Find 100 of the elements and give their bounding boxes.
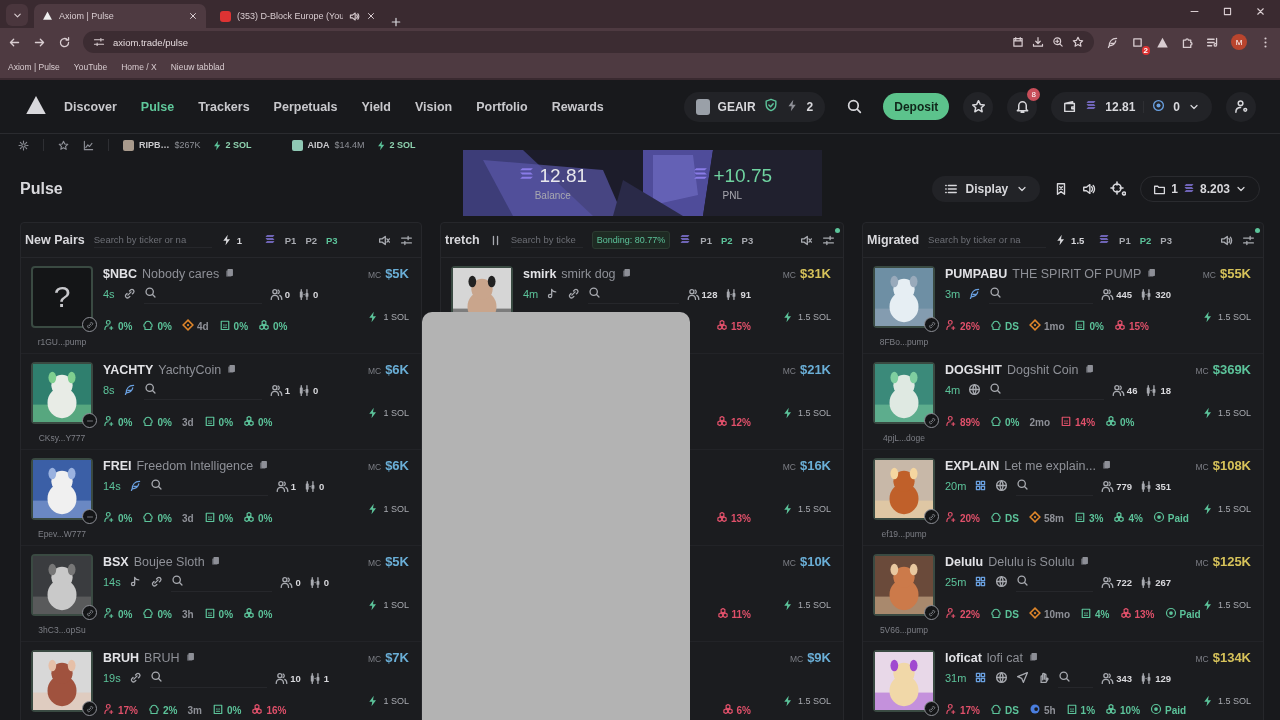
link-icon[interactable] — [128, 670, 142, 684]
bookmark[interactable]: Nieuw tabblad — [170, 62, 225, 72]
search-icon[interactable] — [1016, 574, 1030, 587]
close-icon[interactable] — [366, 11, 376, 21]
search-icon[interactable] — [149, 478, 163, 491]
copy-icon[interactable] — [226, 363, 238, 374]
bookmark[interactable]: Axiom | Pulse — [8, 62, 60, 72]
wallet-pill[interactable]: 12.81 0 — [1051, 91, 1212, 122]
search-field[interactable]: Search by ticker or na — [928, 232, 1047, 248]
globe-icon[interactable] — [968, 382, 982, 396]
search-icon[interactable] — [989, 382, 1003, 395]
link-icon[interactable] — [149, 574, 163, 588]
bell-icon[interactable] — [1014, 99, 1030, 114]
token-ticker[interactable]: AIDA — [307, 140, 330, 150]
preset-tab[interactable]: P2 — [720, 234, 733, 246]
browser-tab[interactable]: (353) D-Block Europe (You — [212, 4, 384, 28]
star-icon[interactable] — [58, 139, 69, 151]
buy-amount[interactable]: 2 SOL — [205, 139, 258, 151]
star-icon[interactable] — [1072, 36, 1084, 48]
preset-tab[interactable]: P2 — [305, 234, 317, 246]
hand-icon[interactable] — [1037, 670, 1051, 684]
token-address[interactable]: r1GU...pump — [37, 337, 87, 347]
maximize-icon[interactable] — [1222, 5, 1233, 17]
maximize-icon[interactable] — [1131, 35, 1144, 49]
display-button[interactable]: Display — [931, 176, 1041, 202]
copy-icon[interactable] — [224, 267, 236, 278]
copy-icon[interactable] — [1100, 459, 1112, 470]
sol-icon[interactable] — [263, 233, 276, 245]
search-icon[interactable] — [170, 574, 184, 587]
copy-icon[interactable] — [1146, 267, 1158, 278]
grid-icon[interactable] — [974, 670, 988, 684]
buy-amount[interactable]: 2 SOL — [369, 139, 422, 151]
quick-buy-button[interactable]: 1 SOL — [367, 407, 409, 419]
quick-buy-button[interactable]: 1.5 SOL — [781, 503, 831, 515]
token-address[interactable]: CKsy...Y777 — [38, 433, 86, 443]
copy-icon[interactable] — [1083, 363, 1095, 374]
preset-tab[interactable]: P1 — [1119, 234, 1131, 246]
preset-tab[interactable]: P2 — [1139, 234, 1152, 246]
quick-buy-button[interactable]: 1.5 SOL — [781, 407, 831, 419]
quick-buy-button[interactable]: 1 SOL — [367, 311, 409, 323]
quick-buy-button[interactable]: 1.5 SOL — [781, 695, 831, 707]
send-icon[interactable] — [1016, 670, 1030, 684]
sliders-icon[interactable] — [1242, 233, 1255, 247]
mute-icon[interactable] — [800, 233, 813, 247]
music-list-icon[interactable] — [1206, 35, 1219, 49]
nav-link[interactable]: Yield — [361, 99, 391, 114]
copy-icon[interactable] — [1027, 651, 1039, 662]
quick-buy-button[interactable]: 1 SOL — [367, 503, 409, 515]
nav-link[interactable]: Trackers — [198, 99, 250, 114]
preset-tab[interactable]: P3 — [326, 234, 338, 246]
link-icon[interactable] — [567, 286, 581, 300]
nav-link[interactable]: Pulse — [140, 99, 175, 114]
tune-icon[interactable] — [93, 36, 105, 48]
quick-buy-button[interactable]: 1.5 SOL — [1201, 503, 1251, 515]
feather-icon[interactable] — [968, 286, 982, 300]
zoom-icon[interactable] — [1052, 36, 1064, 48]
globe-icon[interactable] — [995, 670, 1009, 684]
nav-link[interactable]: Portfolio — [476, 99, 528, 114]
copy-icon[interactable] — [620, 267, 632, 278]
token-address[interactable]: Epev...W777 — [37, 529, 86, 539]
search-icon[interactable] — [588, 286, 602, 299]
deposit-button[interactable]: Deposit — [883, 93, 950, 120]
token-ticker[interactable]: RIPB… — [139, 140, 170, 150]
copy-icon[interactable] — [209, 555, 221, 566]
sol-icon[interactable] — [1098, 233, 1111, 245]
quick-buy-button[interactable]: 1 SOL — [367, 599, 409, 611]
nav-link[interactable]: Rewards — [551, 99, 604, 114]
user-gear-icon[interactable] — [1233, 99, 1249, 114]
speaker-icon[interactable] — [349, 10, 360, 22]
preset-tab[interactable]: P3 — [1160, 234, 1172, 246]
copy-icon[interactable] — [184, 651, 196, 662]
search-icon[interactable] — [149, 670, 163, 683]
plus-icon[interactable] — [390, 16, 402, 28]
address-bar[interactable]: axiom.trade/pulse — [83, 31, 1094, 53]
buy-amount[interactable]: 1 — [236, 234, 243, 246]
globe-icon[interactable] — [995, 574, 1009, 588]
link-icon[interactable] — [122, 286, 136, 300]
token-address[interactable]: 4pjL...doge — [882, 433, 926, 443]
sliders-icon[interactable] — [400, 233, 413, 247]
search-icon[interactable] — [845, 98, 863, 115]
copy-icon[interactable] — [1079, 555, 1091, 566]
token-address[interactable]: 5V66...pump — [879, 625, 929, 635]
close-icon[interactable] — [188, 11, 198, 21]
copy-icon[interactable] — [258, 459, 270, 470]
quick-buy-button[interactable]: 1.5 SOL — [781, 311, 831, 323]
chart-icon[interactable] — [83, 139, 94, 151]
quick-buy-button[interactable]: 1.5 SOL — [781, 599, 831, 611]
token-address[interactable]: 8FBo...pump — [879, 337, 929, 347]
browser-tab[interactable]: Axiom | Pulse — [34, 4, 206, 28]
quick-buy-button[interactable]: 1.5 SOL — [1201, 311, 1251, 323]
sliders-icon[interactable] — [822, 233, 835, 247]
sol-icon[interactable] — [679, 233, 692, 245]
close-icon[interactable] — [1255, 5, 1266, 17]
search-icon[interactable] — [1058, 670, 1072, 683]
token-address[interactable]: ef19...pump — [881, 529, 927, 539]
bookmark[interactable]: Home / X — [121, 62, 157, 72]
feather-icon[interactable] — [122, 382, 136, 396]
feather-icon[interactable] — [1106, 35, 1119, 49]
profile-button[interactable]: M — [1231, 34, 1247, 50]
quick-buy-button[interactable]: 1 SOL — [367, 695, 409, 707]
